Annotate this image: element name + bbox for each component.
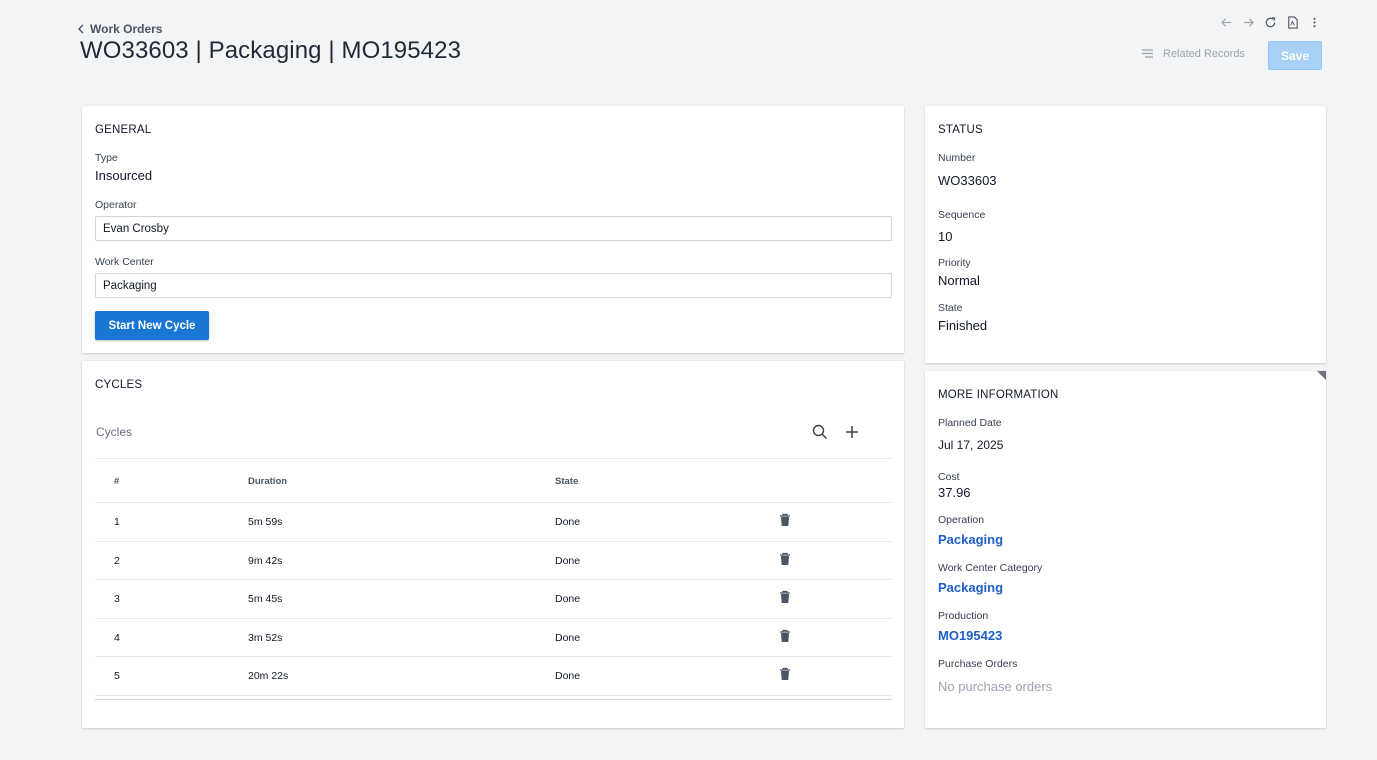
cell-number: 2 bbox=[114, 554, 120, 567]
operation-link[interactable]: Packaging bbox=[938, 532, 1003, 547]
related-records-label: Related Records bbox=[1163, 47, 1245, 60]
table-row[interactable]: 5 20m 22s Done bbox=[95, 657, 892, 696]
list-icon bbox=[1142, 49, 1153, 58]
status-title: STATUS bbox=[938, 124, 983, 136]
purchase-orders-empty: No purchase orders bbox=[938, 679, 1053, 694]
back-link-work-orders[interactable]: Work Orders bbox=[76, 22, 162, 36]
general-title: GENERAL bbox=[95, 124, 152, 136]
page-title: WO33603 | Packaging | MO195423 bbox=[80, 37, 462, 64]
column-header-state[interactable]: State bbox=[555, 476, 578, 487]
more-information-title: MORE INFORMATION bbox=[938, 389, 1059, 401]
more-information-card: MORE INFORMATION Planned Date Jul 17, 20… bbox=[925, 371, 1326, 728]
status-card: STATUS Number WO33603 Sequence 10 Priori… bbox=[925, 106, 1326, 363]
work-center-category-label: Work Center Category bbox=[938, 562, 1043, 574]
record-toolbar bbox=[1219, 15, 1321, 29]
chevron-left-icon bbox=[78, 24, 84, 34]
trash-icon[interactable] bbox=[779, 590, 791, 604]
number-value: WO33603 bbox=[938, 173, 997, 188]
purchase-orders-label: Purchase Orders bbox=[938, 658, 1018, 670]
arrow-right-icon[interactable] bbox=[1241, 15, 1255, 29]
cell-duration: 9m 42s bbox=[248, 554, 283, 567]
back-link-label: Work Orders bbox=[90, 22, 163, 36]
trash-icon[interactable] bbox=[779, 667, 791, 681]
cycles-title: CYCLES bbox=[95, 379, 143, 391]
start-new-cycle-button[interactable]: Start New Cycle bbox=[95, 311, 209, 340]
priority-label: Priority bbox=[938, 257, 971, 269]
table-row[interactable]: 2 9m 42s Done bbox=[95, 542, 892, 580]
cell-duration: 20m 22s bbox=[248, 670, 289, 682]
column-header-duration[interactable]: Duration bbox=[248, 476, 287, 487]
cell-duration: 5m 59s bbox=[248, 516, 283, 528]
grid-bottom-divider bbox=[95, 699, 892, 700]
production-link[interactable]: MO195423 bbox=[938, 628, 1002, 643]
trash-icon[interactable] bbox=[779, 513, 791, 527]
cell-state: Done bbox=[555, 593, 581, 605]
type-value: Insourced bbox=[95, 168, 153, 183]
state-label: State bbox=[938, 302, 963, 314]
general-card: GENERAL Type Insourced Operator Evan Cro… bbox=[82, 106, 904, 353]
cell-duration: 3m 52s bbox=[248, 631, 283, 644]
work-center-field[interactable]: Packaging bbox=[95, 273, 892, 298]
trash-icon[interactable] bbox=[779, 552, 791, 566]
more-vertical-icon[interactable] bbox=[1307, 15, 1321, 29]
trash-icon[interactable] bbox=[779, 629, 791, 643]
cell-state: Done bbox=[555, 631, 581, 644]
corner-marker bbox=[1317, 371, 1326, 380]
state-value: Finished bbox=[938, 318, 988, 333]
cell-duration: 5m 45s bbox=[248, 593, 283, 605]
number-label: Number bbox=[938, 152, 976, 164]
column-header-number[interactable]: # bbox=[114, 476, 119, 487]
cycles-grid-header: # Duration State bbox=[95, 458, 892, 503]
cycles-card: CYCLES Cycles # Duration State 1 5m 59s … bbox=[82, 361, 904, 728]
cell-number: 1 bbox=[114, 516, 120, 528]
operation-label: Operation bbox=[938, 514, 985, 526]
work-center-category-link[interactable]: Packaging bbox=[938, 580, 1003, 595]
related-records-button[interactable]: Related Records bbox=[1141, 47, 1245, 60]
cycles-grid-label: Cycles bbox=[96, 425, 133, 439]
save-button[interactable]: Save bbox=[1268, 41, 1322, 70]
cell-number: 5 bbox=[114, 670, 120, 682]
cell-state: Done bbox=[555, 554, 581, 567]
search-icon[interactable] bbox=[811, 423, 829, 441]
work-center-label: Work Center bbox=[95, 256, 154, 268]
planned-date-label: Planned Date bbox=[938, 417, 1002, 429]
production-label: Production bbox=[938, 610, 989, 622]
type-label: Type bbox=[95, 152, 118, 164]
cost-label: Cost bbox=[938, 471, 960, 483]
planned-date-value: Jul 17, 2025 bbox=[938, 438, 1004, 452]
operator-field[interactable]: Evan Crosby bbox=[95, 216, 892, 241]
cost-value: 37.96 bbox=[938, 485, 971, 500]
cell-number: 3 bbox=[114, 593, 120, 605]
table-row[interactable]: 3 5m 45s Done bbox=[95, 580, 892, 619]
cell-state: Done bbox=[555, 670, 581, 682]
arrow-left-icon[interactable] bbox=[1219, 15, 1233, 29]
cell-state: Done bbox=[555, 516, 581, 528]
refresh-icon[interactable] bbox=[1263, 15, 1277, 29]
sequence-label: Sequence bbox=[938, 209, 986, 221]
add-icon[interactable] bbox=[843, 423, 861, 441]
operator-label: Operator bbox=[95, 199, 137, 211]
table-row[interactable]: 1 5m 59s Done bbox=[95, 503, 892, 542]
cell-number: 4 bbox=[114, 631, 120, 644]
pdf-file-icon[interactable] bbox=[1285, 15, 1299, 29]
sequence-value: 10 bbox=[938, 229, 953, 244]
priority-value: Normal bbox=[938, 273, 980, 288]
table-row[interactable]: 4 3m 52s Done bbox=[95, 619, 892, 657]
